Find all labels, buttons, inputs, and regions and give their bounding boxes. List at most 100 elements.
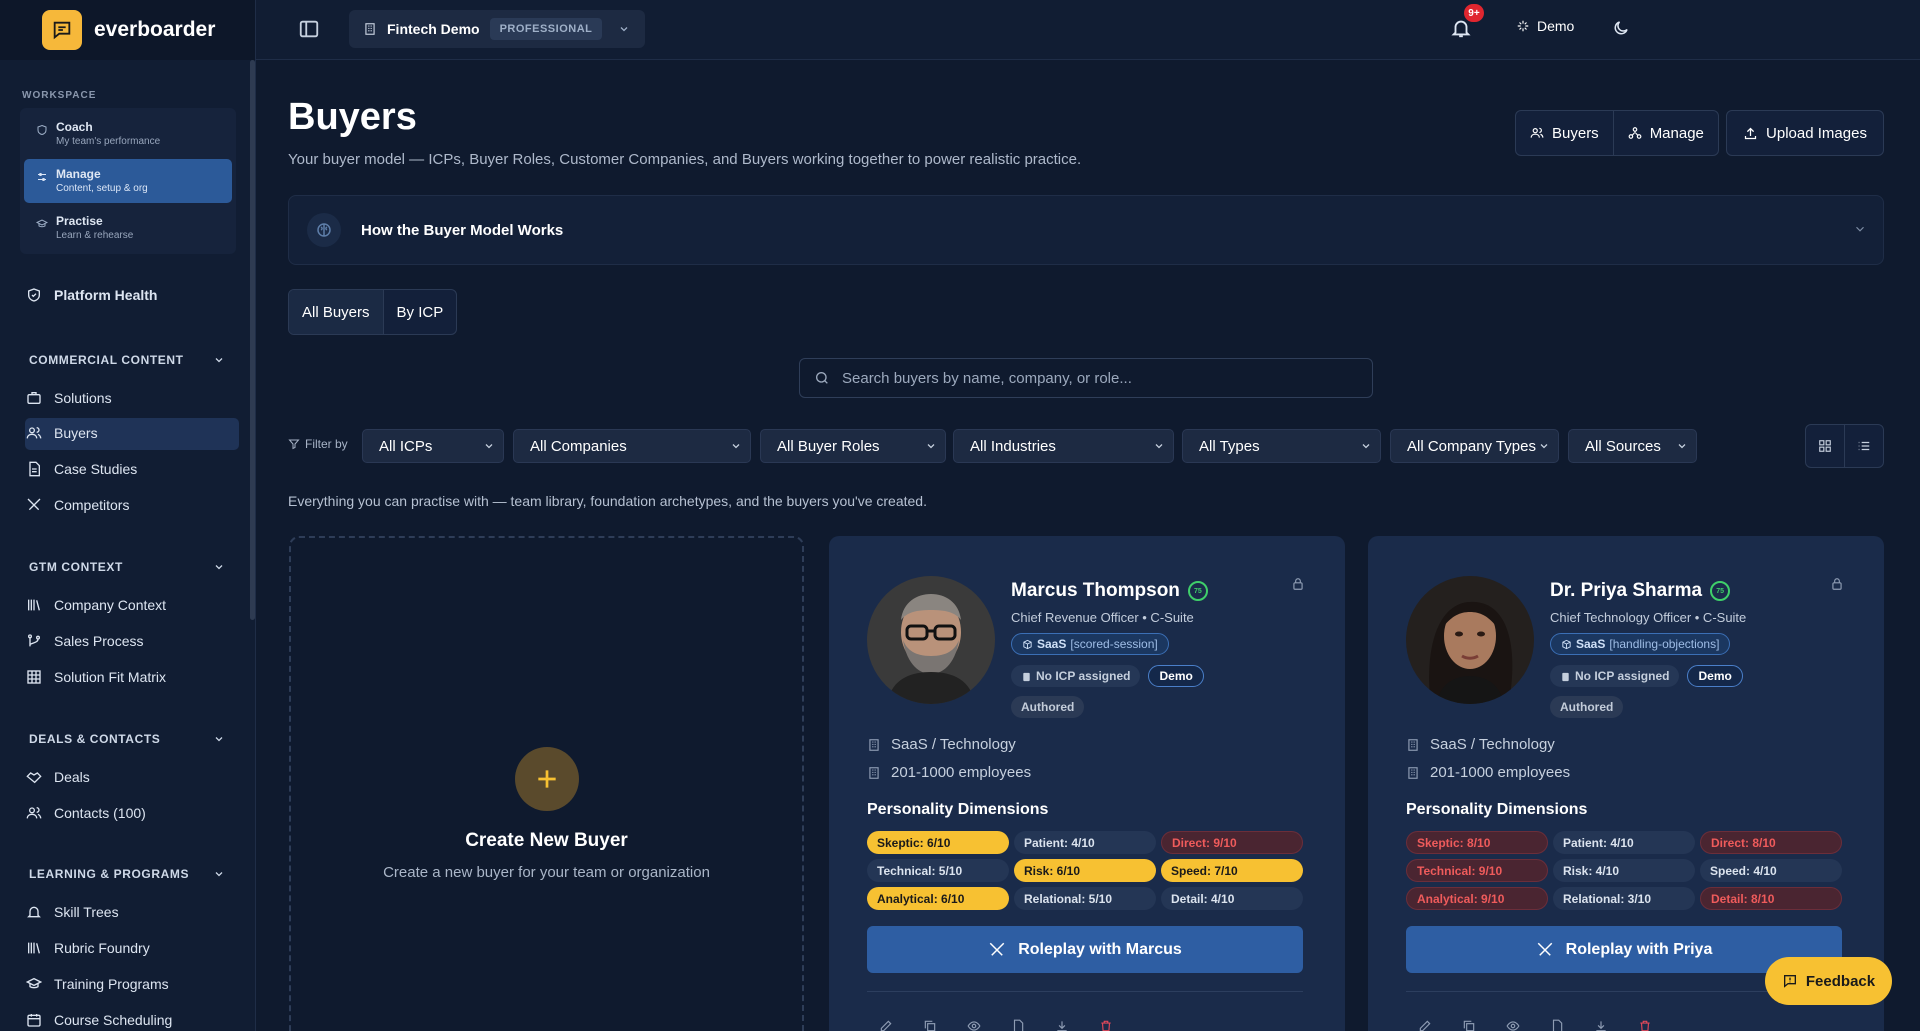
workspace-coach[interactable]: Coach My team's performance xyxy=(24,112,232,156)
buyers-intro-text: Everything you can practise with — team … xyxy=(288,493,927,509)
demo-chip: Demo xyxy=(1687,665,1743,687)
coach-icon xyxy=(36,124,48,136)
sidebar-item-rubric-foundry[interactable]: Rubric Foundry xyxy=(26,940,150,956)
manage-button-label: Manage xyxy=(1649,124,1704,142)
filter-sources-select[interactable]: All Sources xyxy=(1568,429,1697,463)
buyer-card-marcus[interactable]: Marcus Thompson 75 Chief Revenue Officer… xyxy=(829,536,1345,1031)
create-new-buyer-card[interactable]: Create New Buyer Create a new buyer for … xyxy=(289,536,804,1031)
sidebar-item-sales-process[interactable]: Sales Process xyxy=(26,633,143,649)
how-buyer-model-works-accordion[interactable]: How the Buyer Model Works xyxy=(288,195,1884,265)
dimension-pill: Direct: 9/10 xyxy=(1161,831,1303,854)
filter-types-select[interactable]: All Types xyxy=(1182,429,1381,463)
trash-icon[interactable] xyxy=(1099,1019,1113,1031)
sidebar-item-contacts[interactable]: Contacts (100) xyxy=(26,805,146,821)
sidebar-item-platform-health[interactable]: Platform Health xyxy=(26,287,157,303)
header-button-group: Buyers Manage xyxy=(1515,110,1719,156)
building-icon xyxy=(1406,738,1420,752)
calendar-icon xyxy=(26,1012,42,1028)
buyer-chip-row: SaaS [handling-objections] xyxy=(1550,633,1731,655)
swords-icon xyxy=(1536,941,1554,959)
workspace-manage-subtitle: Content, setup & org xyxy=(56,183,148,194)
cube-icon xyxy=(1561,639,1572,650)
brand[interactable]: everboarder xyxy=(0,0,255,60)
grid-view-icon[interactable] xyxy=(1806,425,1844,467)
roleplay-label: Roleplay with Priya xyxy=(1565,940,1713,958)
employees-text: 201-1000 employees xyxy=(891,764,1032,781)
buyers-button[interactable]: Buyers xyxy=(1516,111,1613,155)
card-actions xyxy=(879,1019,1113,1031)
chevron-down-icon xyxy=(618,23,630,35)
brain-icon xyxy=(307,213,341,247)
saas-chip: SaaS [scored-session] xyxy=(1011,633,1169,655)
personality-dimensions-title: Personality Dimensions xyxy=(1406,801,1588,818)
section-deals-contacts[interactable]: DEALS & CONTACTS xyxy=(29,732,225,746)
download-icon[interactable] xyxy=(1055,1019,1069,1031)
org-selector[interactable]: Fintech Demo PROFESSIONAL xyxy=(349,10,645,48)
filter-industries-select[interactable]: All Industries xyxy=(953,429,1174,463)
users-icon xyxy=(26,805,42,821)
sidebar-item-solution-fit-matrix[interactable]: Solution Fit Matrix xyxy=(26,669,166,685)
section-gtm-context[interactable]: GTM CONTEXT xyxy=(29,560,225,574)
sidebar-item-training-programs[interactable]: Training Programs xyxy=(26,976,169,992)
dimension-pill: Skeptic: 6/10 xyxy=(867,831,1009,854)
sidebar-item-skill-trees[interactable]: Skill Trees xyxy=(26,904,119,920)
download-icon[interactable] xyxy=(1594,1019,1608,1031)
chevron-down-icon xyxy=(483,440,495,452)
tab-all-buyers[interactable]: All Buyers xyxy=(289,290,383,334)
copy-icon[interactable] xyxy=(923,1019,937,1031)
chevron-down-icon xyxy=(213,733,225,745)
eye-icon[interactable] xyxy=(1506,1019,1520,1031)
demo-chip: Demo xyxy=(1148,665,1204,687)
dimension-pill: Speed: 7/10 xyxy=(1161,859,1303,882)
upload-images-button[interactable]: Upload Images xyxy=(1726,110,1884,156)
no-icp-label: No ICP assigned xyxy=(1036,669,1131,683)
no-icp-label: No ICP assigned xyxy=(1575,669,1670,683)
trash-icon[interactable] xyxy=(1638,1019,1652,1031)
sidebar-item-case-studies[interactable]: Case Studies xyxy=(26,461,137,477)
sidebar-item-label: Solution Fit Matrix xyxy=(54,669,167,685)
manage-button[interactable]: Manage xyxy=(1612,111,1718,155)
buyer-chip-row: Authored xyxy=(1011,696,1085,718)
no-icp-chip: No ICP assigned xyxy=(1011,665,1141,687)
bell-icon xyxy=(26,904,42,920)
sidebar-item-solutions[interactable]: Solutions xyxy=(26,390,112,406)
sidebar-item-deals[interactable]: Deals xyxy=(26,769,90,785)
dimension-pill: Technical: 9/10 xyxy=(1406,859,1548,882)
sidebar-item-competitors[interactable]: Competitors xyxy=(26,497,129,513)
workspace-manage[interactable]: Manage Content, setup & org xyxy=(24,159,232,203)
moon-icon[interactable] xyxy=(1612,19,1630,37)
library-icon xyxy=(26,597,42,613)
edit-icon[interactable] xyxy=(879,1019,893,1031)
sidebar-item-buyers[interactable]: Buyers xyxy=(26,425,98,441)
sidebar-toggle-icon[interactable] xyxy=(298,18,320,40)
plus-icon xyxy=(515,747,579,811)
copy-icon[interactable] xyxy=(1462,1019,1476,1031)
filter-icps-select[interactable]: All ICPs xyxy=(362,429,504,463)
user-menu-button[interactable]: Demo xyxy=(1516,18,1574,34)
tab-by-icp[interactable]: By ICP xyxy=(382,290,457,334)
workspace-practise[interactable]: Practise Learn & rehearse xyxy=(24,206,232,250)
section-learning-programs[interactable]: LEARNING & PROGRAMS xyxy=(29,867,225,881)
file-icon[interactable] xyxy=(1011,1019,1025,1031)
no-icp-chip: No ICP assigned xyxy=(1550,665,1680,687)
select-value: All Company Types xyxy=(1407,437,1536,455)
section-commercial-content[interactable]: COMMERCIAL CONTENT xyxy=(29,353,225,367)
filter-companies-select[interactable]: All Companies xyxy=(513,429,751,463)
personality-pills: Skeptic: 6/10 Patient: 4/10 Direct: 9/10… xyxy=(867,831,1303,910)
feedback-button[interactable]: Feedback xyxy=(1765,957,1892,1005)
edit-icon[interactable] xyxy=(1418,1019,1432,1031)
sidebar-item-company-context[interactable]: Company Context xyxy=(26,597,166,613)
dimension-pill: Detail: 8/10 xyxy=(1700,887,1842,910)
filter-company-types-select[interactable]: All Company Types xyxy=(1390,429,1559,463)
search-input[interactable] xyxy=(842,369,1342,387)
list-view-icon[interactable] xyxy=(1844,425,1883,467)
filter-buyer-roles-select[interactable]: All Buyer Roles xyxy=(760,429,946,463)
sidebar-scrollbar[interactable] xyxy=(250,60,255,620)
select-value: All ICPs xyxy=(379,437,433,455)
eye-icon[interactable] xyxy=(967,1019,981,1031)
file-icon[interactable] xyxy=(1550,1019,1564,1031)
sidebar-item-course-scheduling[interactable]: Course Scheduling xyxy=(26,1012,172,1028)
buyer-role: Chief Revenue Officer • C-Suite xyxy=(1011,610,1194,625)
roleplay-button[interactable]: Roleplay with Marcus xyxy=(867,926,1303,973)
select-value: All Companies xyxy=(530,437,627,455)
